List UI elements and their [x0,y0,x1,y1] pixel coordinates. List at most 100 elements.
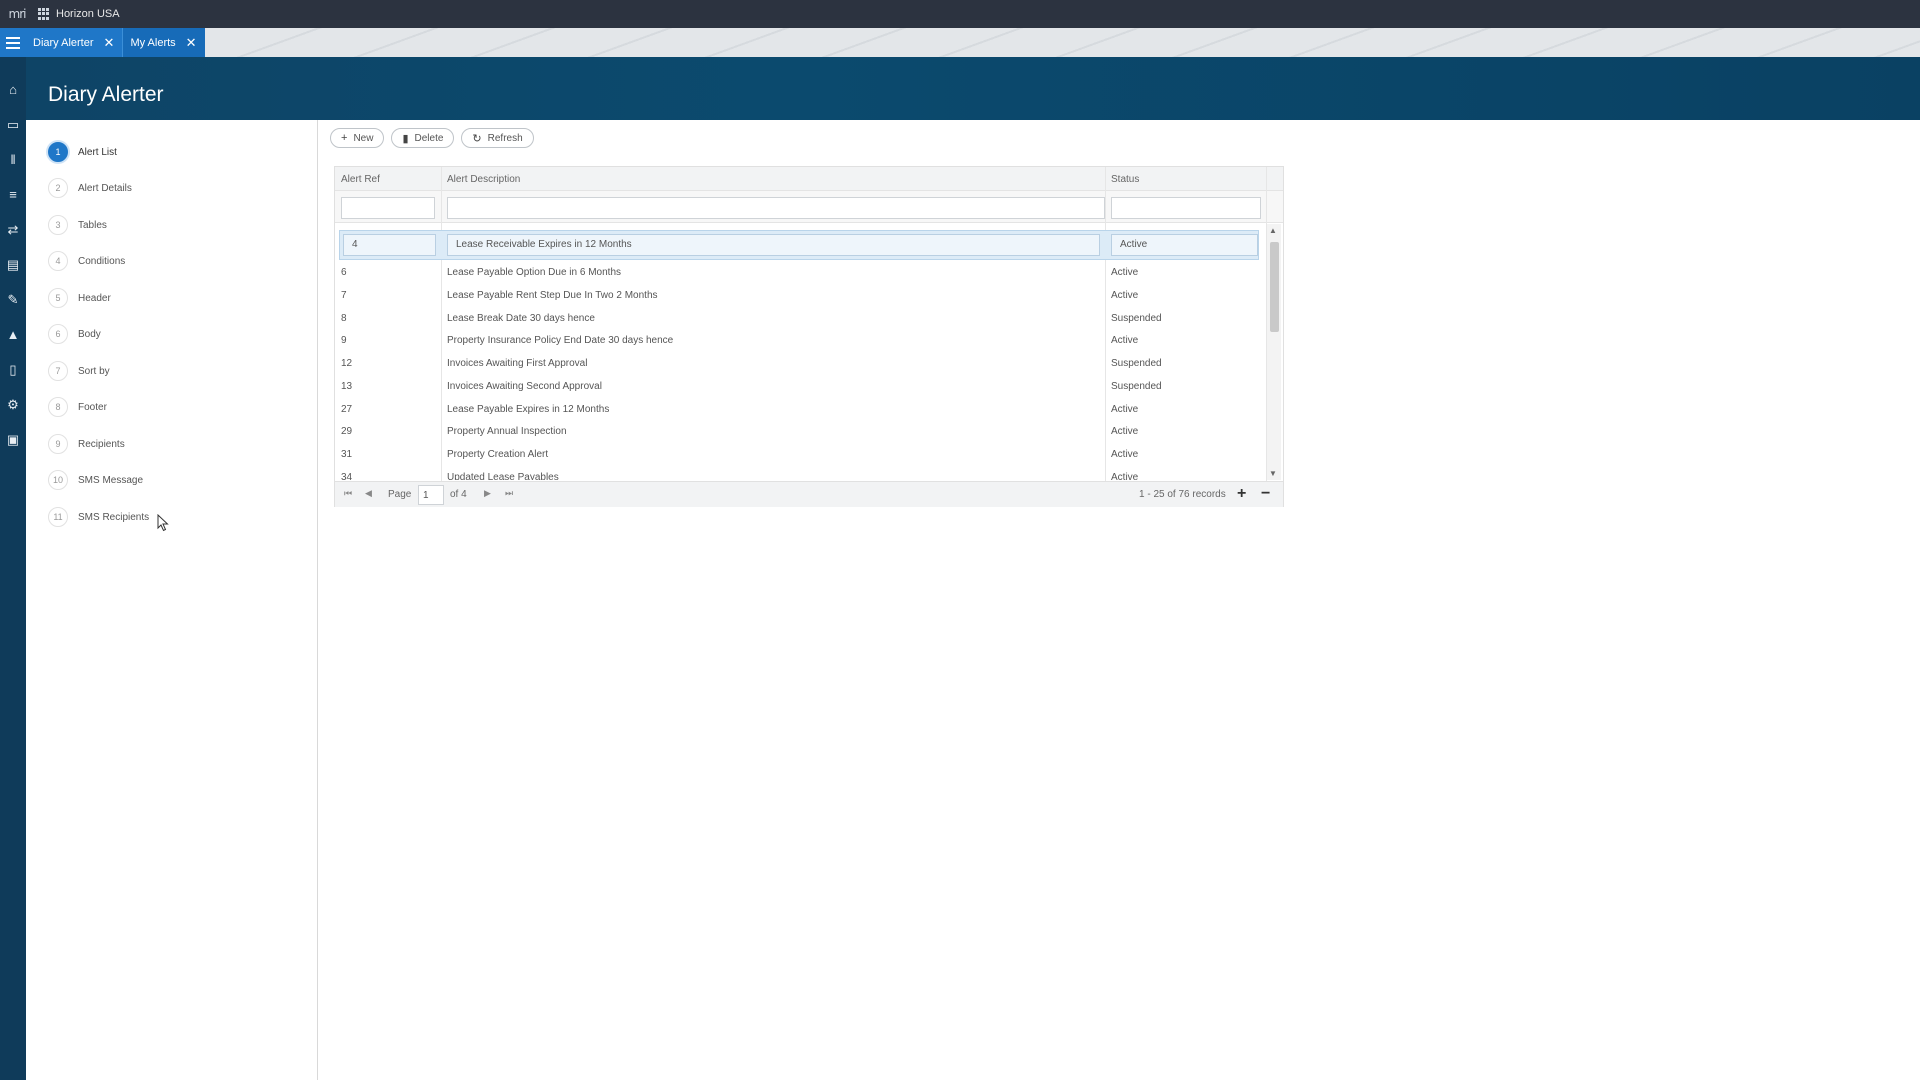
table-row[interactable]: 12 Invoices Awaiting First Approval Susp… [335,353,1265,375]
table-row[interactable]: 31 Property Creation Alert Active [335,444,1265,466]
cell-alert-ref: 12 [341,358,353,369]
table-row[interactable]: 34 Updated Lease Payables Active [335,467,1265,480]
delete-button[interactable]: ▮ Delete [391,128,455,148]
step-tables[interactable]: 3 Tables [48,214,107,236]
cell-alert-description: Invoices Awaiting Second Approval [447,381,602,392]
filter-status-input[interactable] [1111,197,1261,219]
table-row[interactable]: 8 Lease Break Date 30 days hence Suspend… [335,308,1265,330]
transfer-icon[interactable]: ⇄ [6,221,20,239]
step-label: Alert Details [78,182,132,194]
document-icon[interactable]: ▯ [6,361,20,379]
table-row-selected[interactable]: 4 Lease Receivable Expires in 12 Months … [339,230,1259,260]
cell-alert-description: Lease Payable Option Due in 6 Months [447,267,621,278]
scrollbar-thumb[interactable] [1270,242,1279,332]
monitor-icon[interactable]: ▭ [6,116,20,134]
close-icon[interactable]: ✕ [104,36,115,49]
delete-button-label: Delete [414,132,444,144]
hamburger-menu-icon[interactable] [0,28,26,57]
wizard-steps-panel: 1 Alert List 2 Alert Details 3 Tables 4 … [26,120,318,1080]
database-icon[interactable]: ≡ [6,186,20,204]
step-number: 1 [48,142,68,162]
cell-status: Active [1111,335,1139,346]
table-row[interactable]: 29 Property Annual Inspection Active [335,421,1265,443]
tab-label: My Alerts [130,36,176,49]
table-row[interactable]: 13 Invoices Awaiting Second Approval Sus… [335,376,1265,398]
brush-icon[interactable]: ✎ [6,291,20,309]
cell-alert-ref: 31 [341,449,353,460]
add-row-icon[interactable]: + [1237,485,1246,503]
scroll-up-icon[interactable]: ▲ [1269,226,1277,235]
step-label: Recipients [78,438,125,450]
step-alert-list[interactable]: 1 Alert List [48,141,117,163]
step-number: 10 [48,470,68,490]
close-icon[interactable]: ✕ [186,36,197,49]
ledger-icon[interactable]: ▤ [6,256,20,274]
step-sort-by[interactable]: 7 Sort by [48,360,110,382]
step-footer[interactable]: 8 Footer [48,396,107,418]
column-header-status[interactable]: Status [1111,174,1139,185]
left-nav-rail: ⌂ ▭ ‖ ≡ ⇄ ▤ ✎ ▲ ▯ ⚙ ▣ [0,57,26,1080]
report-icon[interactable]: ▣ [6,431,20,449]
page-label: Page [388,489,412,500]
filter-alert-description-input[interactable] [447,197,1105,219]
step-label: Sort by [78,365,110,377]
cell-alert-description: Lease Payable Rent Step Due In Two 2 Mon… [447,290,658,301]
column-header-alert-description[interactable]: Alert Description [447,174,520,185]
step-label: Footer [78,401,107,413]
step-number: 5 [48,288,68,308]
step-recipients[interactable]: 9 Recipients [48,433,125,455]
cell-status[interactable]: Active [1111,234,1258,256]
refresh-button-label: Refresh [487,132,523,144]
step-number: 8 [48,397,68,417]
cell-alert-description: Updated Lease Payables [447,472,559,480]
step-alert-details[interactable]: 2 Alert Details [48,177,132,199]
cell-alert-ref[interactable]: 4 [343,234,436,256]
step-label: Body [78,328,101,340]
cell-alert-ref: 13 [341,381,353,392]
cell-status: Suspended [1111,313,1162,324]
tab-my-alerts[interactable]: My Alerts ✕ [122,28,205,57]
table-row[interactable]: 27 Lease Payable Expires in 12 Months Ac… [335,399,1265,421]
step-label: Tables [78,219,107,231]
filter-alert-ref-input[interactable] [341,197,435,219]
previous-page-icon[interactable]: ◀ [365,488,372,499]
cell-alert-description[interactable]: Lease Receivable Expires in 12 Months [447,234,1100,256]
scroll-down-icon[interactable]: ▼ [1269,469,1277,478]
remove-row-icon[interactable]: − [1261,485,1270,503]
table-row[interactable]: 7 Lease Payable Rent Step Due In Two 2 M… [335,285,1265,307]
grid-vertical-scrollbar[interactable]: ▲ ▼ [1267,224,1281,480]
step-number: 2 [48,178,68,198]
cell-status: Active [1111,404,1139,415]
tab-diary-alerter[interactable]: Diary Alerter ✕ [26,28,123,57]
grid-header: Alert Ref Alert Description Status [335,167,1283,191]
step-sms-recipients[interactable]: 11 SMS Recipients [48,506,149,528]
step-number: 3 [48,215,68,235]
settings-icon[interactable]: ⚙ [6,396,20,414]
new-button-label: New [353,132,374,144]
step-number: 6 [48,324,68,344]
column-header-alert-ref[interactable]: Alert Ref [341,174,380,185]
page-number-input[interactable] [418,485,444,505]
cell-status: Suspended [1111,381,1162,392]
step-header[interactable]: 5 Header [48,287,111,309]
step-number: 9 [48,434,68,454]
step-label: SMS Message [78,474,144,486]
cell-alert-ref: 7 [341,290,347,301]
library-icon[interactable]: ‖ [6,151,20,169]
new-button[interactable]: + New [330,128,385,148]
next-page-icon[interactable]: ▶ [484,488,491,499]
step-conditions[interactable]: 4 Conditions [48,250,125,272]
home-icon[interactable]: ⌂ [6,81,20,99]
first-page-icon[interactable]: ⏮ [344,488,352,499]
step-body[interactable]: 6 Body [48,323,101,345]
company-name[interactable]: Horizon USA [56,8,120,20]
step-sms-message[interactable]: 10 SMS Message [48,469,143,491]
last-page-icon[interactable]: ⏭ [505,488,513,499]
cell-alert-description: Property Insurance Policy End Date 30 da… [447,335,674,346]
refresh-button[interactable]: ↻ Refresh [461,128,534,148]
table-row[interactable]: 9 Property Insurance Policy End Date 30 … [335,330,1265,352]
apps-grid-icon[interactable] [38,8,50,20]
chart-icon[interactable]: ▲ [6,326,20,344]
cell-alert-description: Property Creation Alert [447,449,549,460]
table-row[interactable]: 6 Lease Payable Option Due in 6 Months A… [335,262,1265,284]
